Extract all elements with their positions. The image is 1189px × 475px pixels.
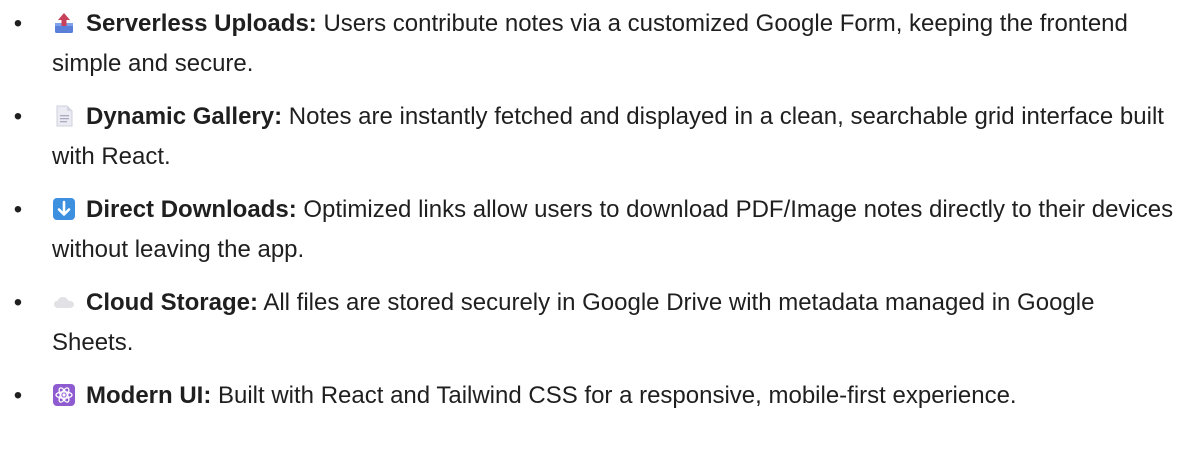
down-arrow-icon: [52, 197, 76, 221]
item-description: Built with React and Tailwind CSS for a …: [211, 382, 1017, 409]
atom-icon: [52, 383, 76, 407]
list-item: • Dynamic Gallery: Notes are instantly f…: [0, 97, 1189, 177]
bullet-icon: •: [13, 289, 23, 316]
list-item: • Cloud Storage: All files are stored se…: [0, 283, 1189, 363]
item-title: Modern UI:: [86, 382, 212, 409]
feature-list: • Serverless Uploads: Users contribute n…: [0, 4, 1189, 429]
item-title: Direct Downloads:: [86, 196, 297, 223]
bullet-icon: •: [13, 382, 23, 409]
list-item: • Modern UI: Built with React and Tailwi…: [0, 376, 1189, 416]
list-item: • Serverless Uploads: Users contribute n…: [0, 4, 1189, 84]
outbox-tray-icon: [52, 11, 76, 35]
cloud-icon: [52, 290, 76, 314]
bullet-icon: •: [13, 196, 23, 223]
item-title: Dynamic Gallery:: [86, 103, 283, 130]
item-title: Cloud Storage:: [86, 289, 258, 316]
list-item: • Direct Downloads: Optimized links allo…: [0, 190, 1189, 270]
page-icon: [52, 104, 76, 128]
item-title: Serverless Uploads:: [86, 10, 317, 37]
bullet-icon: •: [13, 103, 23, 130]
bullet-icon: •: [13, 10, 23, 37]
